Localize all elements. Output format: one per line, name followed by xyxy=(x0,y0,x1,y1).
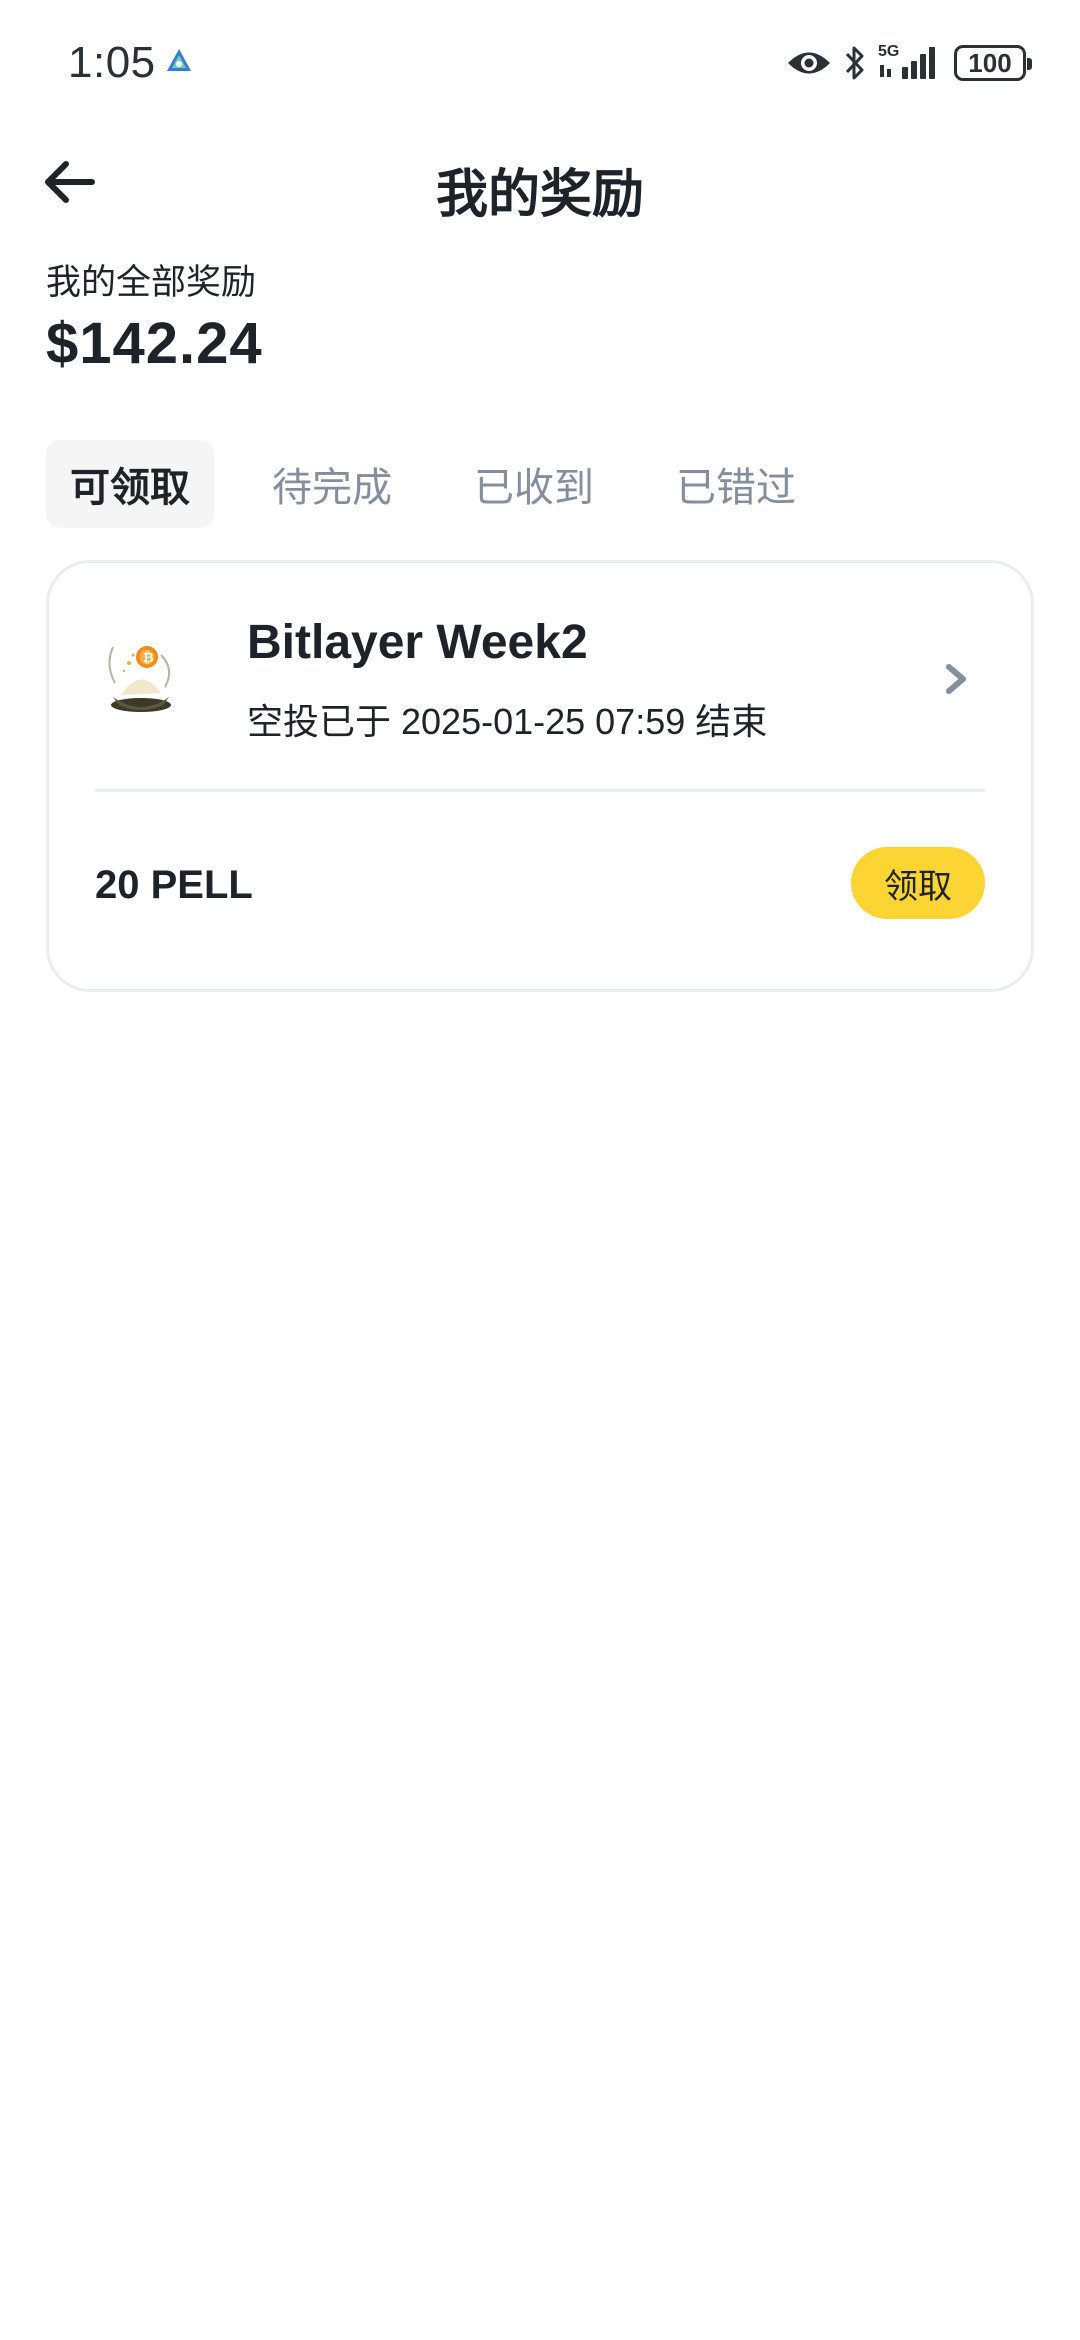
app-notification-icon xyxy=(166,48,192,74)
status-time: 1:05 xyxy=(68,38,156,87)
tab-pending[interactable]: 待完成 xyxy=(248,440,416,528)
bitlayer-logo-icon: ₿ xyxy=(93,625,193,725)
total-rewards-amount: $142.24 xyxy=(46,311,263,376)
status-bar: 1:05 5G 100 xyxy=(0,0,1080,124)
airdrop-end-text: 空投已于 2025-01-25 07:59 结束 xyxy=(247,701,768,742)
total-rewards-label: 我的全部奖励 xyxy=(46,263,257,302)
tab-claimable[interactable]: 可领取 xyxy=(46,440,214,528)
reward-card: ₿ Bitlayer Week2 空投已于 2025-01-25 07:59 结… xyxy=(46,560,1034,992)
claim-button[interactable]: 领取 xyxy=(851,847,985,919)
tab-missed[interactable]: 已错过 xyxy=(652,440,820,528)
header: 我的奖励 xyxy=(0,130,1080,234)
tab-received[interactable]: 已收到 xyxy=(450,440,618,528)
reward-status-tabs: 可领取 待完成 已收到 已错过 xyxy=(46,440,820,528)
reward-amount: 20 PELL xyxy=(95,863,253,907)
reward-details-link[interactable]: ₿ Bitlayer Week2 空投已于 2025-01-25 07:59 结… xyxy=(49,563,1031,791)
battery-icon: 100 xyxy=(954,45,1032,81)
project-name: Bitlayer Week2 xyxy=(247,616,588,669)
status-icons: 5G 100 xyxy=(786,38,1032,88)
bluetooth-icon xyxy=(844,45,866,81)
svg-text:₿: ₿ xyxy=(143,651,154,666)
rewards-page: 1:05 5G 100 我的奖励 我的全部奖励 $142.24 可领取 待完成 … xyxy=(0,0,1080,2340)
battery-level: 100 xyxy=(968,47,1012,78)
page-title: 我的奖励 xyxy=(435,166,644,224)
signal-icon: 5G xyxy=(878,43,942,83)
eye-icon xyxy=(786,48,832,78)
card-divider xyxy=(95,789,985,792)
chevron-right-icon xyxy=(943,661,971,697)
